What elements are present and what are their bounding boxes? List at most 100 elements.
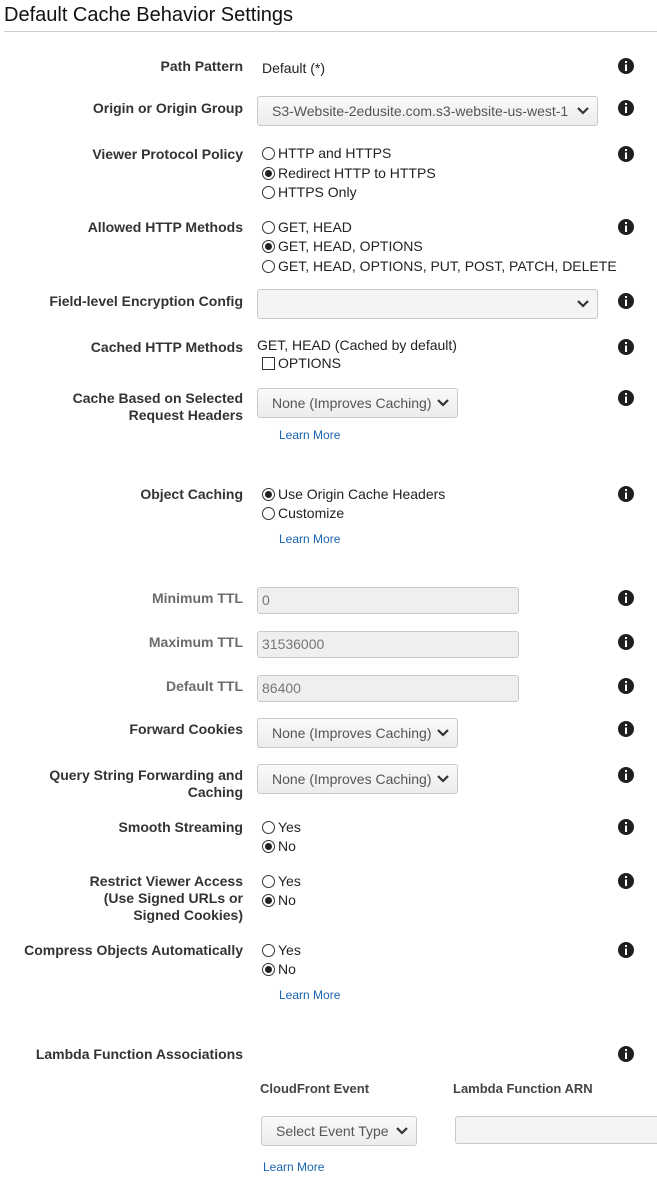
maximum-ttl-label: Maximum TTL (148, 634, 243, 650)
default-ttl-input[interactable]: 86400 (257, 675, 519, 702)
chevron-down-icon (396, 1127, 408, 1135)
option-label: Yes (278, 873, 301, 889)
smooth-streaming-option-yes[interactable]: Yes (262, 818, 301, 836)
radio-button[interactable] (262, 239, 275, 253)
allowed-methods-label: Allowed HTTP Methods (87, 219, 243, 235)
radio-button[interactable] (262, 166, 275, 180)
path-pattern-label: Path Pattern (160, 58, 243, 74)
cached-methods-value: GET, HEAD (Cached by default) (257, 337, 457, 353)
compress-option-no[interactable]: No (262, 960, 296, 978)
viewer-protocol-label: Viewer Protocol Policy (92, 146, 243, 162)
chevron-down-icon (437, 729, 449, 737)
info-circle-icon[interactable] (618, 819, 634, 835)
origin-select[interactable]: S3-Website-2edusite.com.s3-website-us-we… (257, 96, 598, 126)
object-caching-option-origin-headers[interactable]: Use Origin Cache Headers (262, 485, 445, 503)
radio-button[interactable] (262, 185, 275, 199)
object-caching-label: Object Caching (140, 486, 243, 502)
option-label: Customize (278, 505, 345, 521)
compress-label: Compress Objects Automatically (24, 942, 243, 958)
field-encryption-select[interactable] (257, 289, 598, 319)
cached-methods-label: Cached HTTP Methods (90, 339, 243, 355)
cached-methods-options-checkbox[interactable]: OPTIONS (262, 354, 341, 372)
option-label: Yes (278, 942, 301, 958)
option-label: Yes (278, 819, 301, 835)
compress-learn-more-link[interactable]: Learn More (279, 988, 340, 1002)
allowed-methods-option-get-head-options[interactable]: GET, HEAD, OPTIONS (262, 237, 423, 255)
info-circle-icon[interactable] (618, 219, 634, 235)
cache-headers-learn-more-link[interactable]: Learn More (279, 428, 340, 442)
info-circle-icon[interactable] (618, 678, 634, 694)
info-circle-icon[interactable] (618, 390, 634, 406)
restrict-viewer-label-line1: Restrict Viewer Access (89, 873, 243, 889)
radio-button[interactable] (262, 506, 275, 520)
query-string-select[interactable]: None (Improves Caching) (257, 764, 458, 794)
compress-option-yes[interactable]: Yes (262, 941, 301, 959)
option-label: HTTPS Only (278, 184, 357, 200)
cache-headers-label-line1: Cache Based on Selected (72, 390, 243, 406)
minimum-ttl-input[interactable]: 0 (257, 587, 519, 614)
lambda-associations-label: Lambda Function Associations (35, 1046, 243, 1062)
restrict-viewer-option-yes[interactable]: Yes (262, 872, 301, 890)
checkbox-label: OPTIONS (278, 355, 342, 371)
lambda-arn-input[interactable] (455, 1116, 657, 1144)
info-circle-icon[interactable] (618, 1046, 634, 1062)
info-circle-icon[interactable] (618, 293, 634, 309)
viewer-protocol-option-redirect[interactable]: Redirect HTTP to HTTPS (262, 164, 436, 182)
info-circle-icon[interactable] (618, 486, 634, 502)
cache-headers-select-value: None (Improves Caching) (272, 395, 432, 411)
radio-button[interactable] (262, 943, 275, 957)
radio-button[interactable] (262, 146, 275, 160)
radio-button[interactable] (262, 874, 275, 888)
smooth-streaming-option-no[interactable]: No (262, 837, 296, 855)
chevron-down-icon (577, 300, 589, 308)
info-circle-icon[interactable] (618, 339, 634, 355)
radio-button[interactable] (262, 893, 275, 907)
option-label: No (278, 961, 296, 977)
lambda-learn-more-link[interactable]: Learn More (263, 1160, 324, 1174)
viewer-protocol-option-http-https[interactable]: HTTP and HTTPS (262, 144, 391, 162)
cache-headers-select[interactable]: None (Improves Caching) (257, 388, 458, 418)
default-ttl-label: Default TTL (166, 678, 243, 694)
checkbox[interactable] (262, 356, 275, 370)
restrict-viewer-option-no[interactable]: No (262, 891, 296, 909)
event-type-select[interactable]: Select Event Type (261, 1116, 417, 1146)
radio-button[interactable] (262, 220, 275, 234)
info-circle-icon[interactable] (618, 721, 634, 737)
info-circle-icon[interactable] (618, 873, 634, 889)
radio-button[interactable] (262, 962, 275, 976)
chevron-down-icon (437, 775, 449, 783)
object-caching-option-customize[interactable]: Customize (262, 504, 344, 522)
info-circle-icon[interactable] (618, 590, 634, 606)
radio-button[interactable] (262, 487, 275, 501)
option-label: GET, HEAD (278, 219, 352, 235)
query-string-label-line2: Caching (187, 784, 243, 800)
radio-button[interactable] (262, 259, 275, 273)
info-circle-icon[interactable] (618, 634, 634, 650)
info-circle-icon[interactable] (618, 942, 634, 958)
option-label: GET, HEAD, OPTIONS (278, 238, 423, 254)
info-circle-icon[interactable] (618, 146, 634, 162)
maximum-ttl-input[interactable]: 31536000 (257, 631, 519, 658)
radio-button[interactable] (262, 839, 275, 853)
lambda-arn-column-header: Lambda Function ARN (453, 1081, 593, 1096)
cache-headers-label-line2: Request Headers (128, 407, 243, 423)
forward-cookies-select[interactable]: None (Improves Caching) (257, 718, 458, 748)
info-circle-icon[interactable] (618, 100, 634, 116)
field-encryption-label: Field-level Encryption Config (49, 293, 243, 309)
allowed-methods-option-get-head[interactable]: GET, HEAD (262, 218, 352, 236)
radio-button[interactable] (262, 820, 275, 834)
minimum-ttl-label: Minimum TTL (152, 590, 243, 606)
title-divider (4, 31, 657, 32)
forward-cookies-select-value: None (Improves Caching) (272, 725, 432, 741)
option-label: GET, HEAD, OPTIONS, PUT, POST, PATCH, DE… (278, 258, 617, 274)
info-circle-icon[interactable] (618, 58, 634, 74)
viewer-protocol-option-https-only[interactable]: HTTPS Only (262, 183, 357, 201)
event-type-select-value: Select Event Type (276, 1123, 389, 1139)
query-string-select-value: None (Improves Caching) (272, 771, 432, 787)
info-circle-icon[interactable] (618, 767, 634, 783)
allowed-methods-option-all[interactable]: GET, HEAD, OPTIONS, PUT, POST, PATCH, DE… (262, 257, 617, 275)
forward-cookies-label: Forward Cookies (129, 721, 243, 737)
object-caching-learn-more-link[interactable]: Learn More (279, 532, 340, 546)
option-label: No (278, 838, 296, 854)
chevron-down-icon (577, 107, 589, 115)
